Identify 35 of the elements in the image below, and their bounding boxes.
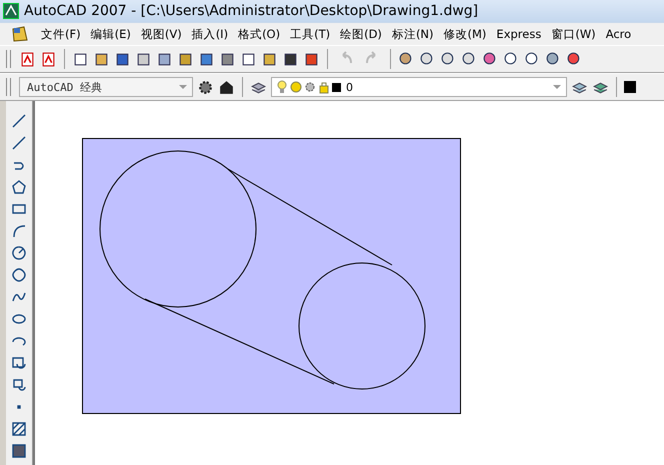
pdf-note-icon[interactable] <box>40 50 57 68</box>
polygon-icon[interactable] <box>11 179 27 195</box>
workspace-dropdown[interactable]: AutoCAD 经典 <box>19 77 193 97</box>
gear-icon[interactable] <box>197 78 214 96</box>
layer-name: 0 <box>345 80 354 94</box>
menu-item[interactable]: 绘图(D) <box>335 26 387 42</box>
padlock-icon <box>318 80 330 94</box>
arc-icon[interactable] <box>11 223 27 239</box>
menu-item[interactable]: 文件(F) <box>36 26 86 42</box>
color-swatch[interactable] <box>624 81 636 93</box>
menu-item[interactable]: 格式(O) <box>233 26 286 42</box>
app-icon <box>3 3 19 19</box>
hatch-icon[interactable] <box>11 421 27 437</box>
menu-item[interactable]: 窗口(W) <box>546 26 601 42</box>
block-icon[interactable] <box>11 355 27 371</box>
menu-item[interactable]: 修改(M) <box>438 26 492 42</box>
sun-icon <box>290 80 302 94</box>
block-icon[interactable] <box>11 377 27 393</box>
layer-dropdown[interactable]: 0 <box>271 77 567 97</box>
menu-item[interactable]: Acro <box>600 27 636 41</box>
line-icon[interactable] <box>11 113 27 129</box>
window-title: AutoCAD 2007 - [C:\Users\Administrator\Desktop\Drawing1.dwg] <box>24 3 478 19</box>
menu-item[interactable]: Express <box>491 27 546 41</box>
color-swatch <box>332 82 341 92</box>
menu-item[interactable]: 工具(T) <box>285 26 336 42</box>
menu-item[interactable]: 视图(V) <box>136 26 187 42</box>
house-icon[interactable] <box>218 78 235 96</box>
menu-item[interactable]: 编辑(E) <box>86 26 136 42</box>
gradient-icon[interactable] <box>11 443 27 459</box>
menu-item[interactable]: 插入(I) <box>186 26 234 42</box>
gear-icon <box>304 80 316 94</box>
pdf-icon[interactable] <box>19 50 36 68</box>
line-icon[interactable] <box>11 135 27 151</box>
lightbulb-icon <box>276 80 288 94</box>
menu-item[interactable]: 标注(N) <box>386 26 439 42</box>
